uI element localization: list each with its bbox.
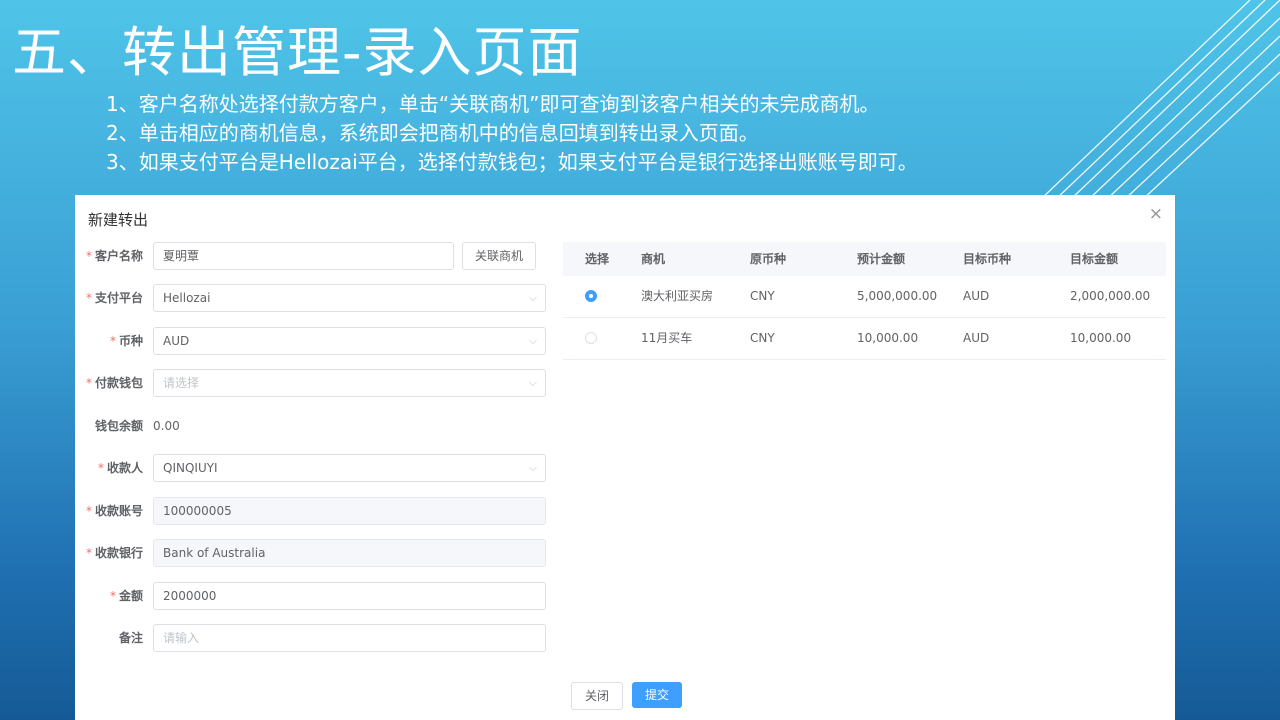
customer-label-text: 客户名称: [94, 249, 143, 263]
remark-input[interactable]: 请输入: [153, 624, 546, 652]
row-radio[interactable]: [585, 332, 597, 344]
amount-label-text: 金额: [118, 589, 143, 603]
payee-value: QINQIUYI: [163, 461, 218, 475]
est-amount-cell: 5,000,000.00: [857, 289, 938, 303]
est-amount-cell: 10,000.00: [857, 331, 919, 345]
target-currency-cell: AUD: [963, 331, 990, 345]
slide-title: 五、转出管理-录入页面: [12, 21, 583, 84]
header-src-currency: 原币种: [750, 252, 787, 266]
payee-label: * 收款人: [75, 454, 143, 482]
required-mark: *: [109, 334, 116, 348]
remark-label: 备注: [118, 631, 143, 645]
amount-label: * 金额: [75, 582, 143, 610]
wallet-label-text: 付款钱包: [94, 376, 143, 390]
bank-label-text: 收款银行: [94, 546, 143, 560]
required-mark: *: [85, 546, 92, 560]
bank-input: Bank of Australia: [153, 539, 546, 567]
balance-label: 钱包余额: [94, 419, 143, 433]
amount-input[interactable]: 2000000: [153, 582, 546, 610]
currency-label: * 币种: [75, 327, 143, 355]
account-label-text: 收款账号: [94, 504, 143, 518]
platform-label: * 支付平台: [75, 284, 143, 312]
chevron-down-icon: ⌵: [528, 376, 537, 389]
required-mark: *: [85, 376, 92, 390]
account-input: 100000005: [153, 497, 546, 525]
chevron-down-icon: ⌵: [528, 334, 537, 347]
submit-button[interactable]: 提交: [632, 682, 682, 708]
close-button[interactable]: 关闭: [571, 682, 623, 710]
opportunity-cell: 澳大利亚买房: [641, 289, 714, 303]
target-amount-cell: 10,000.00: [1070, 331, 1132, 345]
required-mark: *: [85, 249, 92, 263]
currency-value: AUD: [163, 334, 190, 348]
balance-value: 0.00: [153, 419, 180, 433]
close-icon[interactable]: ×: [1149, 204, 1163, 224]
bank-label: * 收款银行: [75, 539, 143, 567]
instruction-notes: 1、客户名称处选择付款方客户，单击“关联商机”即可查询到该客户相关的未完成商机。…: [106, 90, 918, 177]
header-target-amount: 目标金额: [1070, 252, 1119, 266]
note-3: 3、如果支付平台是Hellozai平台，选择付款钱包；如果支付平台是银行选择出账…: [106, 150, 918, 174]
note-1: 1、客户名称处选择付款方客户，单击“关联商机”即可查询到该客户相关的未完成商机。: [106, 92, 880, 116]
table-row[interactable]: 澳大利亚买房 CNY 5,000,000.00 AUD 2,000,000.00: [563, 276, 1166, 318]
required-mark: *: [85, 291, 92, 305]
wallet-select[interactable]: 请选择 ⌵: [153, 369, 546, 397]
platform-select[interactable]: Hellozai ⌵: [153, 284, 546, 312]
header-est-amount: 预计金额: [857, 252, 906, 266]
note-2: 2、单击相应的商机信息，系统即会把商机中的信息回填到转出录入页面。: [106, 121, 759, 145]
customer-input[interactable]: 夏明覃: [153, 242, 454, 270]
wallet-placeholder: 请选择: [163, 376, 200, 390]
decorative-stripes: [1039, 0, 1280, 200]
opportunity-cell: 11月买车: [641, 331, 693, 345]
opportunity-table: 选择 商机 原币种 预计金额 目标币种 目标金额 澳大利亚买房 CNY 5,00…: [563, 242, 1166, 360]
header-target-currency: 目标币种: [963, 252, 1012, 266]
customer-label: * 客户名称: [75, 242, 143, 270]
dialog-title: 新建转出: [88, 211, 149, 229]
currency-select[interactable]: AUD ⌵: [153, 327, 546, 355]
account-label: * 收款账号: [75, 497, 143, 525]
currency-label-text: 币种: [118, 334, 143, 348]
table-header: 选择 商机 原币种 预计金额 目标币种 目标金额: [563, 242, 1166, 276]
new-transfer-dialog: 新建转出 × * 客户名称 夏明覃 关联商机 * 支付平台 Hellozai ⌵ * 币…: [75, 195, 1175, 720]
link-opportunity-button[interactable]: 关联商机: [462, 242, 536, 270]
target-amount-cell: 2,000,000.00: [1070, 289, 1151, 303]
platform-label-text: 支付平台: [94, 291, 143, 305]
required-mark: *: [85, 504, 92, 518]
wallet-label: * 付款钱包: [75, 369, 143, 397]
chevron-down-icon: ⌵: [528, 461, 537, 474]
payee-label-text: 收款人: [106, 461, 143, 475]
platform-value: Hellozai: [163, 291, 211, 305]
table-row[interactable]: 11月买车 CNY 10,000.00 AUD 10,000.00: [563, 318, 1166, 360]
payee-select[interactable]: QINQIUYI ⌵: [153, 454, 546, 482]
chevron-down-icon: ⌵: [528, 291, 537, 304]
required-mark: *: [109, 589, 116, 603]
target-currency-cell: AUD: [963, 289, 990, 303]
header-opportunity: 商机: [641, 252, 666, 266]
src-currency-cell: CNY: [750, 289, 775, 303]
row-radio-selected[interactable]: [585, 290, 597, 302]
src-currency-cell: CNY: [750, 331, 775, 345]
required-mark: *: [97, 461, 104, 475]
header-select: 选择: [585, 252, 610, 266]
